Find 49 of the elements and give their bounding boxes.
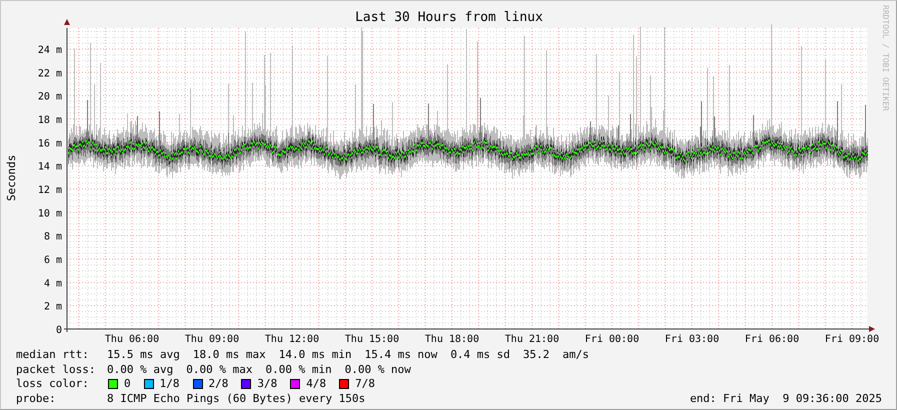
- x-tick-label: Thu 21:00: [504, 334, 560, 345]
- legend-value: am/s: [562, 348, 590, 362]
- swatch-label: 4/8: [306, 377, 326, 392]
- end-time: end: Fri May 9 09:36:00 2025: [690, 392, 882, 406]
- swatch-label: 3/8: [257, 377, 278, 392]
- x-tick-label: Fri 09:00: [824, 334, 880, 345]
- x-tick-label: Thu 15:00: [344, 334, 400, 345]
- side-label: RRDTOOL / TOBI OETIKER: [881, 5, 890, 111]
- x-tick-label: Thu 09:00: [184, 334, 240, 345]
- legend-value: 0.00 % min: [265, 362, 332, 377]
- x-tick-label: Thu 18:00: [424, 334, 480, 345]
- y-tick-label: 18 m: [38, 115, 62, 126]
- legend-label: loss color:: [16, 377, 90, 392]
- legend-value: 0.00 % now: [344, 362, 411, 377]
- swatch-label: 0: [124, 377, 131, 392]
- legend-value: 18.0 ms max: [192, 348, 266, 362]
- legend-label: packet loss:: [16, 362, 96, 377]
- y-tick-label: 20 m: [38, 92, 62, 103]
- probe-description: 8 ICMP Echo Pings (60 Bytes) every 150s: [107, 392, 366, 406]
- y-tick-label: 8 m: [44, 232, 62, 243]
- y-tick-label: 10 m: [38, 208, 62, 220]
- legend-value: 15.4 ms now: [364, 348, 438, 362]
- chart-title: Last 30 Hours from linux: [355, 10, 543, 25]
- x-tick-label: Thu 12:00: [264, 334, 320, 345]
- legend-value: 35.2: [523, 348, 550, 362]
- y-axis-label: Seconds: [5, 154, 18, 202]
- y-tick-label: 24 m: [38, 45, 62, 56]
- swatch-label: 1/8: [160, 377, 180, 392]
- x-tick-label: Thu 06:00: [104, 334, 160, 345]
- x-tick-label: Fri 06:00: [744, 334, 800, 345]
- y-tick-label: 14 m: [38, 162, 62, 173]
- y-tick-label: 12 m: [38, 185, 62, 196]
- y-tick-label: 0: [56, 325, 62, 336]
- legend-value: 14.0 ms min: [278, 348, 352, 362]
- y-tick-label: 4 m: [44, 278, 62, 290]
- y-tick-label: 6 m: [44, 255, 62, 266]
- x-tick-label: Fri 00:00: [584, 334, 640, 345]
- y-tick-label: 22 m: [38, 68, 62, 80]
- swatch-label: 2/8: [208, 377, 228, 392]
- legend-value: 0.4 ms sd: [450, 348, 510, 362]
- legend-value: 0.00 % max: [186, 362, 252, 377]
- swatch-label: 7/8: [355, 377, 375, 392]
- legend-label: probe:: [16, 392, 57, 406]
- y-tick-label: 16 m: [38, 138, 62, 150]
- legend-label: median rtt:: [16, 348, 90, 362]
- x-tick-label: Fri 03:00: [664, 334, 720, 345]
- legend-value: 0.00 % avg: [107, 362, 174, 377]
- legend-value: 15.5 ms avg: [107, 348, 180, 362]
- y-tick-label: 2 m: [44, 302, 62, 313]
